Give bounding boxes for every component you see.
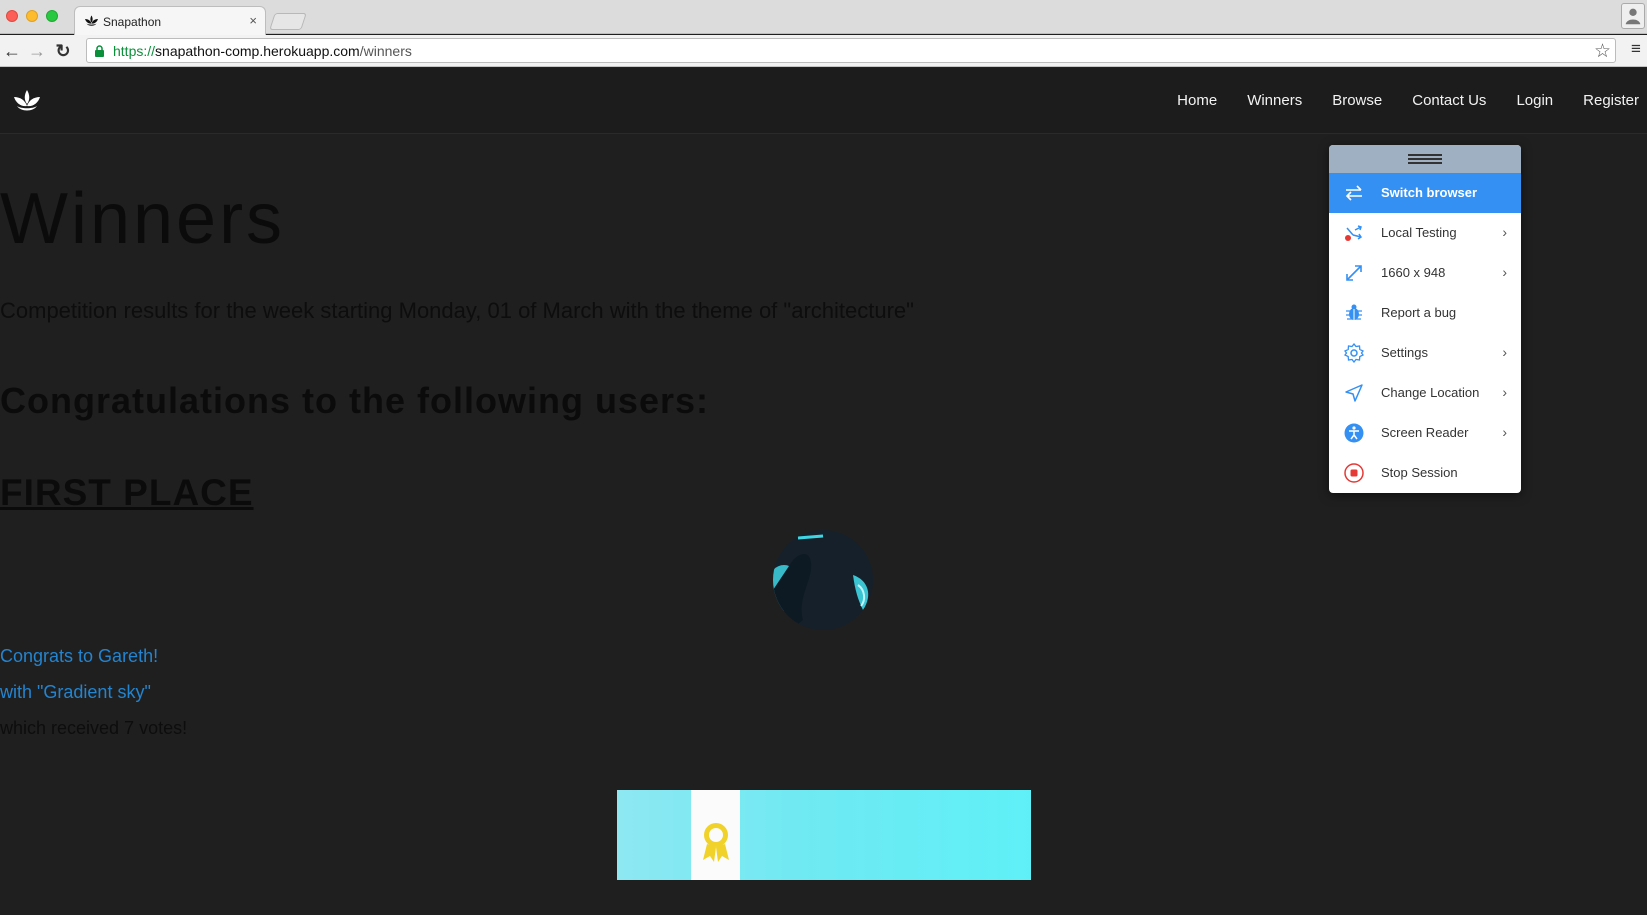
nav-links: Home Winners Browse Contact Us Login Reg… [1177, 92, 1639, 109]
nav-browse[interactable]: Browse [1332, 92, 1382, 109]
accessibility-icon [1344, 423, 1364, 443]
resolution-label: 1660 x 948 [1381, 265, 1446, 280]
browser-toolbar: ← → ↻ https://snapathon-comp.herokuapp.c… [0, 35, 1647, 67]
url-scheme: https:// [113, 43, 156, 59]
local-testing-icon [1345, 225, 1363, 241]
stop-session-label: Stop Session [1381, 465, 1458, 480]
menu-drag-handle[interactable] [1329, 145, 1521, 173]
report-bug-item[interactable]: Report a bug [1329, 293, 1521, 333]
local-testing-item[interactable]: Local Testing › [1329, 213, 1521, 253]
nav-winners[interactable]: Winners [1247, 92, 1302, 109]
winning-photo[interactable] [617, 790, 1031, 880]
screen-reader-item[interactable]: Screen Reader › [1329, 413, 1521, 453]
profile-icon[interactable] [1621, 3, 1645, 29]
location-arrow-icon [1345, 384, 1363, 402]
browser-menu-icon[interactable]: ≡ [1625, 39, 1647, 61]
stop-session-item[interactable]: Stop Session [1329, 453, 1521, 493]
switch-browser-item[interactable]: Switch browser [1329, 173, 1521, 213]
back-button[interactable]: ← [1, 40, 23, 62]
forward-button[interactable]: → [26, 40, 48, 62]
snapathon-logo-icon[interactable] [12, 88, 42, 114]
tab-title: Snapathon [103, 15, 162, 29]
report-bug-label: Report a bug [1381, 305, 1457, 320]
site-navbar: Home Winners Browse Contact Us Login Reg… [0, 68, 1647, 134]
winner-name-link[interactable]: Congrats to Gareth! [0, 646, 1647, 667]
change-location-label: Change Location [1381, 385, 1480, 400]
settings-item[interactable]: Settings › [1329, 333, 1521, 373]
switch-browser-label: Switch browser [1381, 185, 1478, 200]
url-path: /winners [359, 43, 412, 59]
nav-home[interactable]: Home [1177, 92, 1217, 109]
gear-icon [1344, 343, 1364, 363]
close-window-button[interactable] [6, 10, 18, 22]
browser-tabstrip: Snapathon × [0, 0, 1647, 35]
chevron-right-icon: › [1502, 264, 1507, 280]
drag-handle-icon [1408, 154, 1442, 164]
winner-votes: which received 7 votes! [0, 718, 188, 738]
winner-avatar[interactable] [773, 530, 873, 630]
settings-label: Settings [1381, 345, 1428, 360]
address-bar[interactable]: https://snapathon-comp.herokuapp.com/win… [86, 38, 1616, 63]
nav-contact-us[interactable]: Contact Us [1412, 92, 1486, 109]
resolution-item[interactable]: 1660 x 948 › [1329, 253, 1521, 293]
stop-icon [1344, 463, 1364, 483]
lock-icon [95, 45, 104, 57]
person-icon [1625, 8, 1641, 25]
winner-photo-title-link[interactable]: with "Gradient sky" [0, 682, 1647, 703]
chevron-right-icon: › [1502, 424, 1507, 440]
screen-reader-label: Screen Reader [1381, 425, 1469, 440]
nav-register[interactable]: Register [1583, 92, 1639, 109]
resize-icon [1346, 265, 1362, 281]
chevron-right-icon: › [1502, 384, 1507, 400]
local-testing-label: Local Testing [1381, 225, 1457, 240]
bookmark-star-icon[interactable]: ☆ [1594, 40, 1611, 63]
bug-icon [1346, 304, 1362, 320]
award-medal-icon [703, 823, 729, 862]
zoom-window-button[interactable] [46, 10, 58, 22]
snapathon-favicon-icon [85, 15, 98, 26]
browserstack-menu: Switch browser Local Testing › 1660 x 94… [1329, 145, 1521, 493]
url-text: https://snapathon-comp.herokuapp.com/win… [113, 43, 412, 59]
reload-button[interactable]: ↻ [52, 40, 74, 62]
minimize-window-button[interactable] [26, 10, 38, 22]
new-tab-button[interactable] [269, 13, 307, 30]
nav-login[interactable]: Login [1516, 92, 1553, 109]
switch-icon [1345, 185, 1362, 201]
chevron-right-icon: › [1502, 344, 1507, 360]
url-host: snapathon-comp.herokuapp.com [155, 43, 360, 59]
award-ribbon [691, 790, 740, 880]
change-location-item[interactable]: Change Location › [1329, 373, 1521, 413]
avatar-image [773, 530, 873, 630]
tab-close-icon[interactable]: × [249, 13, 257, 28]
browser-tab[interactable]: Snapathon × [74, 6, 266, 35]
chevron-right-icon: › [1502, 224, 1507, 240]
